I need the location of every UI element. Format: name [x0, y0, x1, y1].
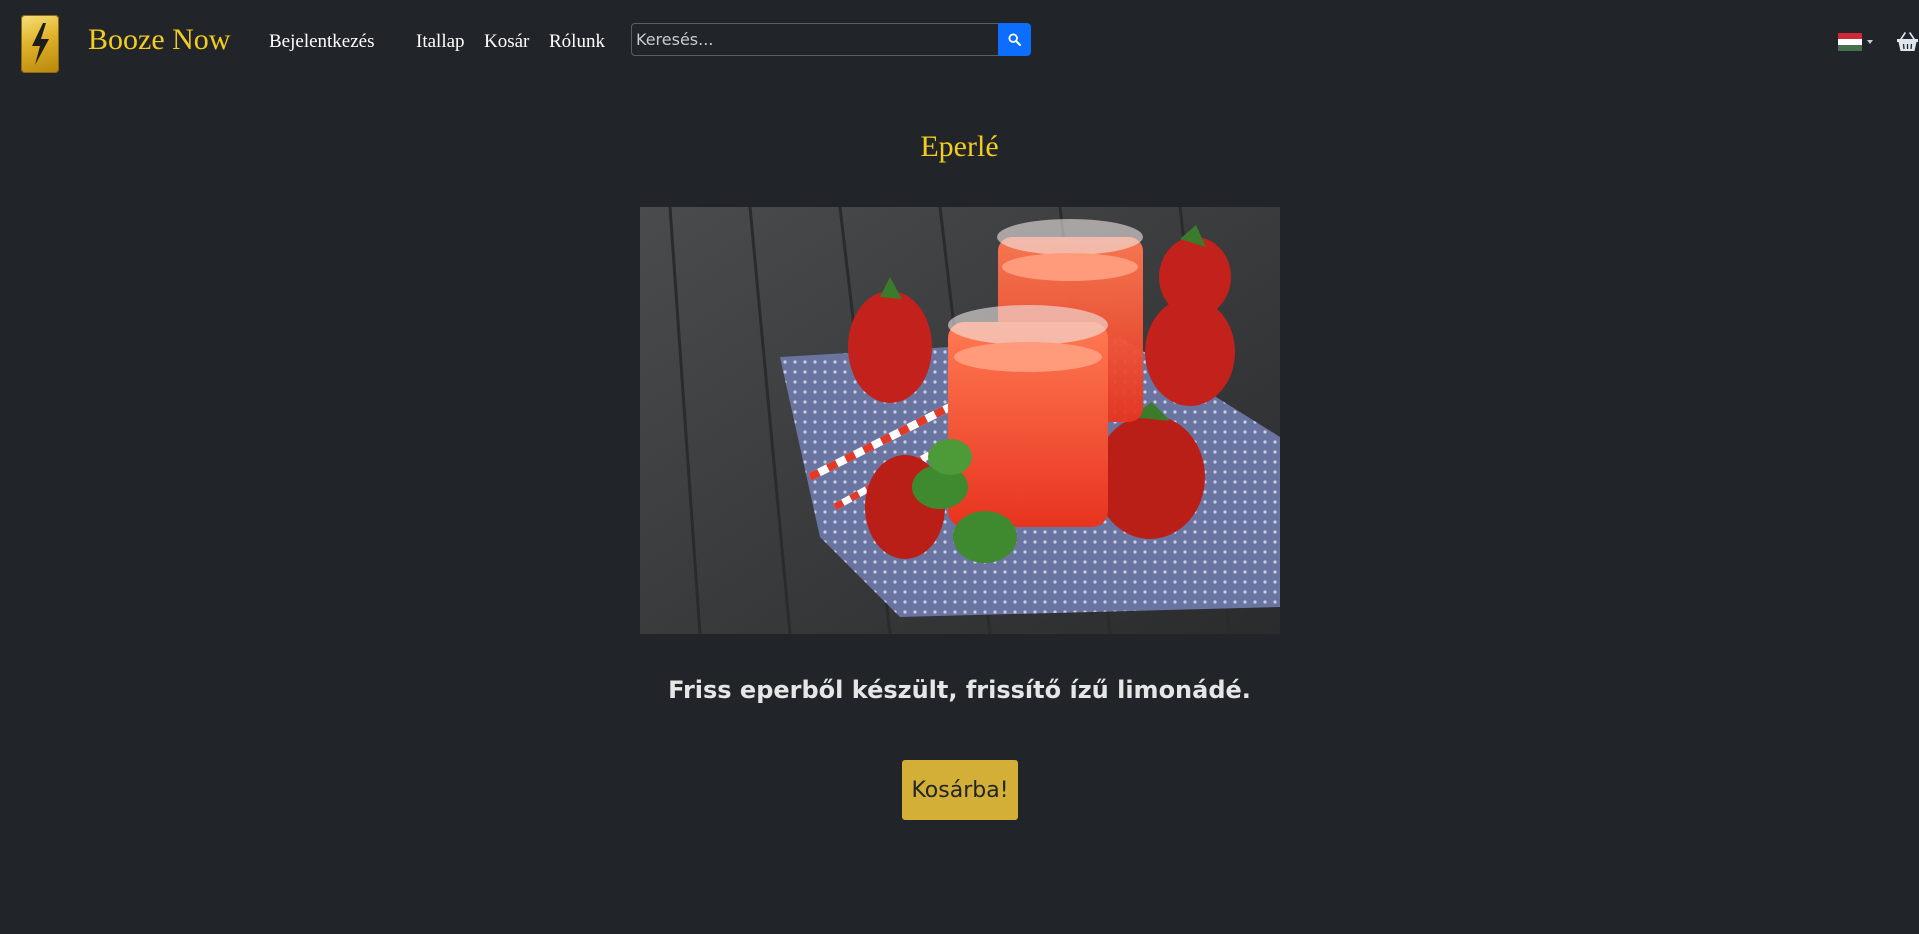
hungarian-flag-icon[interactable] [1838, 33, 1862, 51]
navbar: Booze Now Bejelentkezés Itallap Kosár Ró… [0, 0, 1919, 86]
search-input[interactable] [631, 23, 998, 56]
nav-login-link[interactable]: Bejelentkezés [269, 31, 375, 53]
lightning-logo-icon[interactable] [21, 15, 59, 73]
search-button[interactable] [998, 23, 1031, 56]
search-icon [1008, 33, 1021, 46]
nav-menu-link[interactable]: Itallap [416, 31, 465, 53]
brand-link[interactable]: Booze Now [88, 23, 230, 57]
chevron-down-icon[interactable] [1867, 40, 1873, 44]
product-title: Eperlé [920, 130, 999, 163]
shopping-basket-icon[interactable] [1896, 31, 1919, 53]
nav-about-link[interactable]: Rólunk [549, 31, 605, 53]
product-description: Friss eperből készült, frissítő ízű limo… [668, 676, 1251, 704]
product-image [640, 207, 1280, 634]
add-to-cart-button[interactable]: Kosárba! [902, 760, 1018, 820]
nav-cart-link[interactable]: Kosár [484, 31, 529, 53]
